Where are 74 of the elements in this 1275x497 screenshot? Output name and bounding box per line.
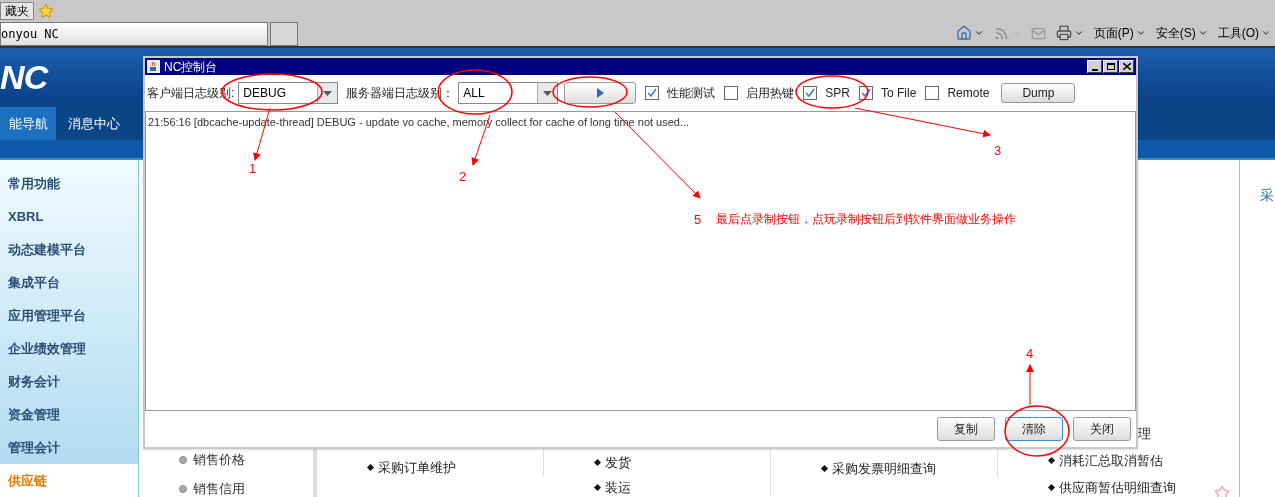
maximize-icon	[1106, 63, 1115, 70]
logo: NC	[0, 59, 48, 94]
nav-tab[interactable]: 能导航	[0, 107, 56, 140]
dropdown-arrow-icon	[543, 90, 553, 96]
nav-tab[interactable]: 消息中心	[56, 107, 132, 140]
dropdown-arrow-icon	[323, 90, 333, 96]
checkbox-label: 启用热键	[746, 85, 795, 102]
menu-link[interactable]: 销售信用	[193, 481, 245, 497]
star-icon[interactable]	[1214, 485, 1230, 497]
sidebar-item[interactable]: 管理会计	[0, 431, 138, 464]
dialog-button[interactable]: 关闭	[1073, 417, 1131, 441]
bullet-icon	[1048, 484, 1055, 491]
level-dropdown[interactable]: DEBUG	[238, 82, 339, 104]
browser-tab[interactable]: onyou NC	[0, 22, 268, 46]
checkbox-label: Remote	[947, 85, 990, 102]
sidebar-item[interactable]: 常用功能	[0, 167, 138, 200]
maximize-button[interactable]	[1103, 60, 1118, 73]
annotation-number: 2	[459, 170, 467, 183]
bullet-icon	[179, 485, 187, 493]
browser-tab[interactable]	[270, 22, 298, 46]
checkbox-label: 性能测试	[667, 85, 716, 102]
panel-heading: 采	[1260, 186, 1275, 205]
menu-link[interactable]: 装运	[605, 479, 631, 496]
star-icon[interactable]	[38, 3, 54, 19]
bullet-icon	[1048, 457, 1055, 464]
dialog-button[interactable]: 复制	[937, 417, 995, 441]
bullet-icon	[367, 464, 374, 471]
sidebar-item[interactable]: 资金管理	[0, 398, 138, 431]
close-icon	[1122, 63, 1131, 70]
menu-link[interactable]: 供应商暂估明细查询	[1059, 479, 1176, 496]
menu-link[interactable]: 理	[1138, 425, 1151, 442]
minimize-icon	[1091, 68, 1098, 71]
minimize-button[interactable]	[1087, 60, 1102, 73]
annotation-number: 1	[249, 162, 257, 175]
window-title: NC控制台	[164, 58, 218, 76]
print-icon[interactable]	[1055, 25, 1072, 41]
sidebar-item[interactable]: 企业绩效管理	[0, 332, 138, 365]
coffee-cup-icon	[147, 60, 160, 73]
play-icon	[596, 88, 604, 98]
close-button[interactable]	[1119, 60, 1134, 73]
menu-link[interactable]: 采购订单维护	[378, 459, 456, 476]
menu-link[interactable]: 销售价格	[193, 452, 245, 468]
sidebar-item[interactable]: XBRL	[0, 200, 138, 233]
bullet-icon	[594, 459, 601, 466]
annotation-number: 5	[694, 213, 702, 226]
bullet-icon	[821, 465, 828, 472]
annotation-number: 3	[994, 144, 1002, 157]
annotation-note: 最后点录制按钮，点玩录制按钮后到软件界面做业务操作	[716, 211, 1016, 228]
menu-link[interactable]: 发货	[605, 454, 631, 471]
bullet-icon	[594, 484, 601, 491]
menu-link[interactable]: 消耗汇总取消暂估	[1059, 452, 1163, 469]
home-icon[interactable]	[955, 25, 972, 41]
annotation-arrow	[1026, 364, 1034, 406]
dump-button[interactable]: Dump	[1001, 83, 1076, 103]
toolbar-menu[interactable]: 工具(O)	[1217, 24, 1259, 42]
toolbar-menu[interactable]: 安全(S)	[1155, 24, 1196, 42]
sidebar-item[interactable]: 集成平台	[0, 266, 138, 299]
favorites-tab[interactable]: 藏夹	[0, 2, 34, 20]
checkbox[interactable]	[925, 86, 940, 100]
dialog-button[interactable]: 清除	[1005, 417, 1063, 441]
checkbox[interactable]	[645, 86, 660, 100]
toolbar-menu[interactable]: 页面(P)	[1093, 24, 1134, 42]
checkbox[interactable]	[724, 86, 739, 100]
checkbox-label: SPR	[825, 85, 851, 102]
sidebar-item[interactable]: 应用管理平台	[0, 299, 138, 332]
bullet-icon	[179, 456, 187, 464]
sidebar-item[interactable]: 财务会计	[0, 365, 138, 398]
level-dropdown[interactable]: ALL	[458, 82, 559, 104]
record-button[interactable]	[564, 82, 637, 104]
checkbox-label: To File	[881, 85, 917, 102]
menu-link[interactable]: 采购发票明细查询	[832, 460, 936, 477]
annotation-number: 4	[1026, 347, 1034, 360]
checkbox[interactable]	[803, 86, 818, 100]
sidebar-item[interactable]: 动态建模平台	[0, 233, 138, 266]
